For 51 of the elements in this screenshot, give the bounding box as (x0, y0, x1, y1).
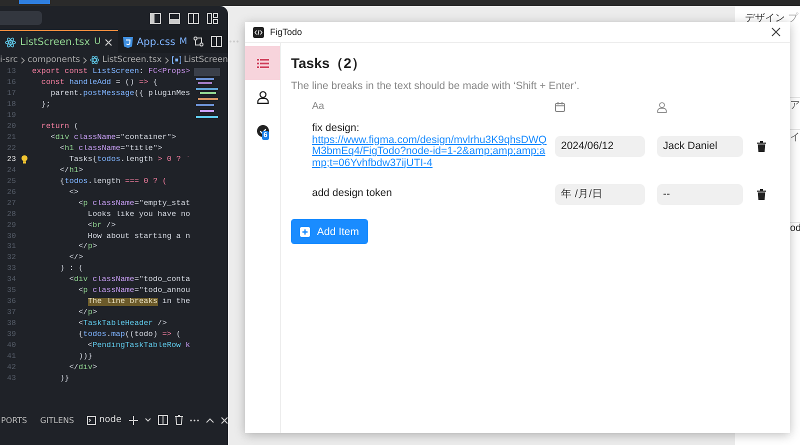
more-icon[interactable] (190, 418, 199, 422)
panel-toggle-icon[interactable] (169, 12, 180, 24)
split-editor-icon[interactable] (158, 415, 168, 425)
editor-tab[interactable]: App.css M (118, 30, 194, 53)
plus-square-icon (300, 226, 310, 236)
layout-icon[interactable] (207, 12, 218, 24)
panel-tab[interactable]: デザイン (745, 11, 785, 25)
symbol-icon (172, 56, 181, 64)
hint-text: The line breaks in the text should be made with ‘Shift + Enter’. (291, 80, 580, 93)
chevron-up-icon[interactable] (206, 418, 214, 422)
date-field[interactable]: 2024/06/12 (555, 136, 645, 156)
chevron-down-icon[interactable] (144, 418, 151, 422)
assignee-select[interactable]: Jack Daniel (657, 136, 743, 156)
css-file-icon (122, 36, 133, 48)
person-icon (657, 102, 667, 112)
chevron-icon (164, 56, 169, 64)
panel-tab[interactable]: GITLENS (40, 416, 74, 424)
column-header: Aa (312, 101, 326, 113)
chevron-icon (20, 56, 25, 64)
breadcrumb-item[interactable]: components (28, 55, 80, 65)
breadcrumb-item[interactable]: i-src (0, 55, 18, 65)
react-icon (5, 36, 16, 48)
task-title[interactable]: fix design: (312, 123, 547, 134)
chevron-icon (83, 56, 87, 64)
calendar-icon (555, 102, 565, 112)
page-heading: Tasks（2） (291, 54, 366, 73)
editor-tab[interactable]: ListScreen.tsx U (0, 30, 118, 53)
trash-icon[interactable] (757, 188, 766, 200)
lightbulb-icon[interactable] (20, 155, 28, 164)
terminal-selector[interactable]: node (87, 415, 122, 425)
terminal-icon (87, 416, 96, 424)
breadcrumb-item[interactable]: ListScreen.tsx (102, 55, 162, 65)
date-field[interactable]: 年 /月/日 (555, 184, 645, 204)
assignee-select[interactable]: -- (657, 184, 743, 204)
list-icon (256, 58, 268, 68)
split-layout-icon[interactable] (188, 12, 199, 24)
sidebar-toggle-icon[interactable] (150, 12, 161, 24)
task-title[interactable]: add design token (312, 188, 547, 200)
breadcrumb-item[interactable]: ListScreen (184, 55, 228, 65)
code-logo-icon (253, 26, 264, 38)
close-icon[interactable] (771, 27, 781, 37)
person-icon (256, 90, 268, 104)
window-title: FigTodo (270, 27, 302, 37)
panel-tab[interactable]: PORTS (1, 416, 28, 424)
trash-icon[interactable] (757, 140, 766, 152)
active-window-indicator (19, 0, 50, 4)
compare-changes-icon[interactable] (193, 36, 204, 47)
trash-icon[interactable] (174, 415, 183, 425)
split-editor-icon[interactable] (211, 36, 222, 47)
add-icon[interactable] (128, 416, 138, 424)
react-icon (90, 55, 100, 65)
